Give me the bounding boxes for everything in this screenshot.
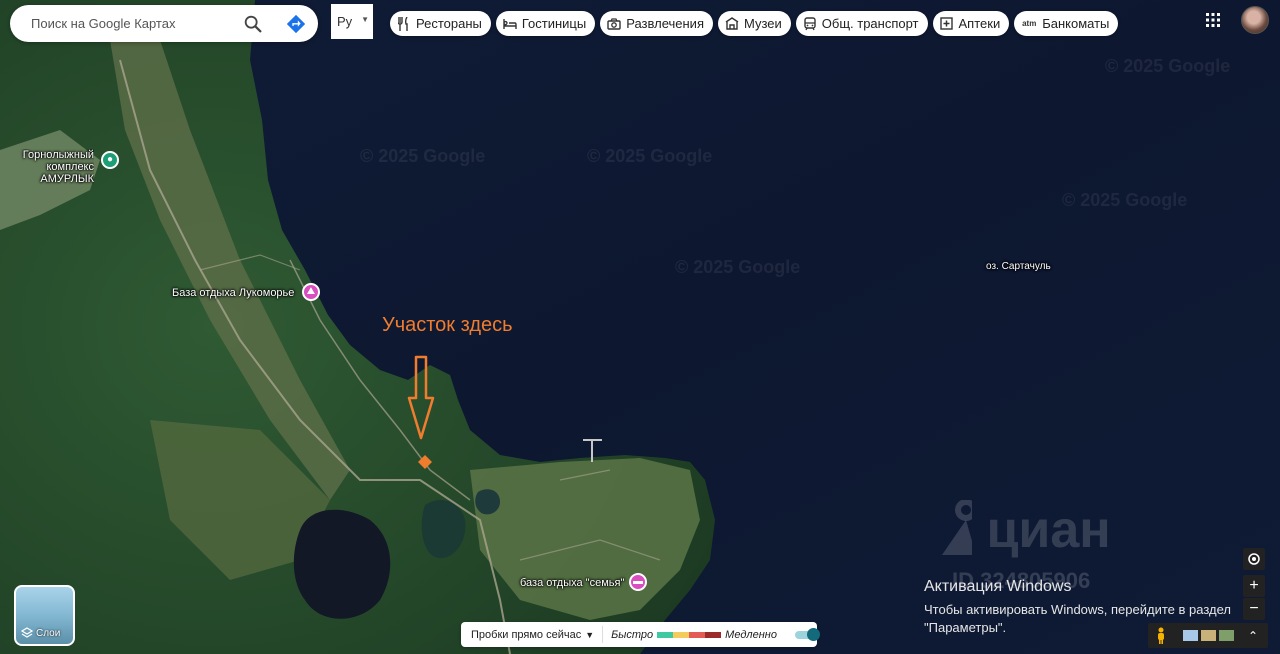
- place-label-lukomorye[interactable]: База отдыха Лукоморье: [172, 287, 294, 299]
- museum-icon: [725, 17, 739, 31]
- traffic-legend: [657, 631, 722, 638]
- traffic-color-slow: [689, 631, 706, 638]
- small-lake-dark: [293, 509, 391, 619]
- chip-restaurants[interactable]: Рестораны: [390, 11, 491, 36]
- chip-hotels[interactable]: Гостиницы: [495, 11, 596, 36]
- language-select-value: Ру: [337, 14, 353, 29]
- zoom-in-button[interactable]: +: [1243, 575, 1265, 597]
- watermark: © 2025 Google: [1105, 56, 1230, 76]
- chip-label: Аптеки: [958, 16, 1001, 31]
- category-chips: Рестораны Гостиницы Развлечения Музеи Об…: [390, 11, 1119, 36]
- traffic-color-fast: [657, 631, 674, 638]
- chip-transit[interactable]: Общ. транспорт: [795, 11, 928, 36]
- my-location-button[interactable]: [1243, 548, 1265, 570]
- cian-brand: циан: [986, 501, 1111, 559]
- traffic-color-very-slow: [705, 631, 722, 638]
- search-input[interactable]: [29, 15, 233, 32]
- watermark: © 2025 Google: [360, 146, 485, 166]
- divider: [602, 626, 604, 643]
- zoom-out-button[interactable]: −: [1243, 598, 1265, 620]
- traffic-fast-label: Быстро: [611, 628, 654, 641]
- ski-resort-marker-icon[interactable]: ●: [101, 151, 119, 169]
- chip-label: Гостиницы: [521, 16, 587, 31]
- transit-icon: [803, 16, 817, 31]
- chevron-down-icon: ▼: [361, 15, 369, 24]
- pegman-icon[interactable]: [1154, 627, 1168, 645]
- chip-pharmacies[interactable]: Аптеки: [932, 11, 1010, 36]
- chip-atms[interactable]: atm Банкоматы: [1014, 11, 1119, 36]
- atm-icon: atm: [1022, 19, 1037, 28]
- layers-button[interactable]: Слои: [14, 585, 75, 646]
- layers-label: Слои: [36, 627, 61, 639]
- pharmacy-icon: [940, 17, 954, 31]
- chip-museums[interactable]: Музеи: [717, 11, 791, 36]
- restaurant-icon: [397, 16, 411, 31]
- watermark: © 2025 Google: [1062, 190, 1187, 210]
- layers-icon: [21, 627, 33, 638]
- map-pin-icon: [942, 499, 977, 555]
- watermark: © 2025 Google: [587, 146, 712, 166]
- traffic-label[interactable]: Пробки прямо сейчас: [471, 629, 581, 641]
- expand-up-icon[interactable]: ⌃: [1248, 629, 1258, 643]
- traffic-color-moderate: [673, 631, 690, 638]
- activation-title: Активация Windows: [924, 578, 1072, 595]
- apps-grid-icon[interactable]: [1205, 12, 1221, 28]
- place-label-semya[interactable]: база отдыха "семья": [520, 577, 624, 589]
- chip-label: Банкоматы: [1042, 16, 1110, 31]
- traffic-slow-label: Медленно: [725, 628, 777, 641]
- cian-watermark-logo: циан: [932, 499, 1111, 560]
- directions-icon[interactable]: [285, 13, 307, 35]
- place-label-ski[interactable]: Горнолыжный комплекс АМУРЛЫК: [14, 149, 94, 185]
- bottom-toolbar: ⌃: [1148, 623, 1268, 648]
- map-thumb-icon[interactable]: [1219, 630, 1234, 641]
- place-label-lake[interactable]: оз. Сартачуль: [986, 261, 1051, 272]
- hotel-icon: [503, 17, 517, 31]
- chip-label: Развлечения: [626, 16, 704, 31]
- terrain-thumb-icon[interactable]: [1201, 630, 1216, 641]
- annotation-text: Участок здесь: [382, 314, 513, 336]
- chip-label: Рестораны: [416, 16, 482, 31]
- resort-marker-icon[interactable]: ⛰: [302, 283, 320, 301]
- activation-line-1: Чтобы активировать Windows, перейдите в …: [924, 602, 1231, 617]
- chip-label: Музеи: [743, 16, 782, 31]
- search-box[interactable]: [10, 5, 318, 42]
- caret-down-icon[interactable]: ▼: [585, 630, 594, 640]
- language-select[interactable]: Ру ▼: [331, 4, 373, 39]
- hotel-marker-icon[interactable]: ▬: [629, 573, 647, 591]
- watermark: © 2025 Google: [675, 257, 800, 277]
- traffic-panel[interactable]: Пробки прямо сейчас ▼ Быстро Медленно: [461, 622, 820, 647]
- avatar[interactable]: [1241, 6, 1269, 34]
- imagery-thumb-icon[interactable]: [1183, 630, 1198, 641]
- chip-label: Общ. транспорт: [821, 16, 919, 31]
- target-icon: [1248, 553, 1260, 565]
- pond: [475, 489, 500, 515]
- chip-entertainment[interactable]: Развлечения: [600, 11, 713, 36]
- search-icon[interactable]: [242, 13, 264, 35]
- traffic-toggle[interactable]: [794, 627, 820, 641]
- camera-icon: [607, 17, 621, 31]
